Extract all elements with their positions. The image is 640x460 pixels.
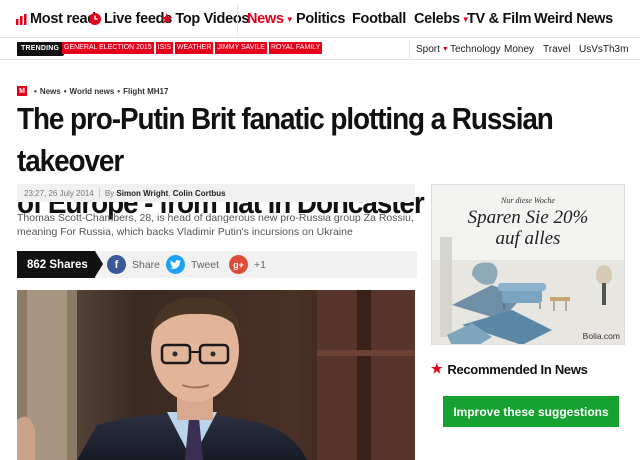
advertisement[interactable]: Nur diese Woche Sparen Sie 20% auf alles… [431, 184, 625, 345]
nav-celebs-label: Celebs [414, 11, 460, 27]
nav-tv-film[interactable]: TV & Film [467, 0, 531, 38]
trending-tag-royal-family[interactable]: ROYAL FAMILY [268, 42, 323, 54]
nav-weird-news-label: Weird News [534, 11, 613, 27]
byline-by: By [104, 188, 115, 198]
trending-tag-jimmy-savile[interactable]: JIMMY SAVILE [215, 42, 267, 54]
nav-football[interactable]: Football [352, 0, 406, 38]
gplus-share-label: +1 [254, 258, 266, 271]
breadcrumb-news[interactable]: News [40, 87, 61, 96]
subnav-technology-label: Technology [450, 43, 501, 55]
subnav-money[interactable]: Money [504, 38, 534, 60]
nav-politics[interactable]: Politics [296, 0, 345, 38]
gplus-share-button[interactable]: g+ +1 [229, 254, 266, 275]
ad-brand: Bolia.com [582, 331, 620, 341]
ad-headline: Sparen Sie 20% [467, 207, 589, 228]
subnav-sport-label: Sport [416, 43, 440, 55]
subnav-money-label: Money [504, 43, 535, 55]
clock-icon [89, 13, 101, 25]
trending-tag-isis[interactable]: ISIS [155, 42, 173, 54]
nav-news[interactable]: News ▼ [247, 0, 294, 38]
byline: 23:27, 26 July 2014 By Simon Wright, Col… [17, 184, 415, 202]
breadcrumb-flight-mh17[interactable]: Flight MH17 [123, 87, 168, 96]
subnav-travel[interactable]: Travel [543, 38, 570, 60]
twitter-share-label: Tweet [191, 258, 220, 271]
trending-tag-general-election[interactable]: GENERAL ELECTION 2015 [62, 42, 154, 54]
article-timestamp: 23:27, 26 July 2014 [24, 188, 94, 198]
nav-tv-film-label: TV & Film [467, 11, 532, 27]
star-icon: ★ [431, 361, 443, 376]
nav-news-label: News [247, 11, 284, 27]
twitter-share-button[interactable]: Tweet [166, 254, 219, 275]
breadcrumb-separator: • [117, 86, 121, 96]
ad-headline-2: auf alles [495, 228, 561, 249]
facebook-share-button[interactable]: f Share [107, 254, 160, 275]
subnav-travel-label: Travel [543, 43, 571, 55]
ad-tagline: Nur diese Woche [501, 196, 555, 205]
chevron-down-icon: ▼ [285, 14, 294, 24]
author-link[interactable]: Colin Cortbus [173, 189, 226, 198]
trending-label: TRENDING [17, 42, 69, 56]
trending-tags: GENERAL ELECTION 2015 ISIS WEATHER JIMMY… [62, 42, 323, 54]
google-plus-icon: g+ [229, 255, 248, 274]
man-portrait-image [17, 290, 415, 460]
nav-live-feeds[interactable]: Live feeds [89, 0, 172, 38]
nav-top-videos[interactable]: ★ Top Videos [161, 0, 249, 38]
author-link[interactable]: Simon Wright [116, 189, 168, 198]
subnav-usvsth3m-label: UsVsTh3m [579, 43, 629, 55]
byline-divider [98, 188, 100, 198]
nav-most-read[interactable]: Most read [16, 0, 96, 38]
subnav-technology[interactable]: Technology [450, 38, 501, 60]
share-count: 862 Shares [17, 251, 103, 278]
breadcrumb-separator: • [63, 86, 67, 96]
nav-divider [237, 4, 238, 34]
facebook-share-label: Share [132, 258, 161, 271]
nav-top-videos-label: Top Videos [175, 11, 250, 27]
subnav-divider [409, 40, 410, 58]
headline-line-1: The pro-Putin Brit fanatic plotting a Ru… [17, 101, 554, 178]
chevron-down-icon: ▼ [441, 45, 449, 53]
bar-chart-icon [16, 13, 27, 25]
nav-football-label: Football [352, 11, 406, 27]
nav-politics-label: Politics [296, 11, 346, 27]
breadcrumb-separator: • [34, 86, 37, 96]
article-lead-image[interactable] [17, 290, 415, 460]
subnav-sport[interactable]: Sport ▼ [416, 38, 449, 60]
twitter-icon [166, 255, 185, 274]
mirror-logo[interactable]: M [17, 86, 27, 96]
facebook-icon: f [107, 255, 126, 274]
nav-weird-news[interactable]: Weird News [534, 0, 613, 38]
breadcrumb: M • News • World news • Flight MH17 [17, 84, 168, 98]
recommended-heading: ★ Recommended In News [431, 360, 588, 378]
nav-most-read-label: Most read [30, 11, 96, 27]
subnav-usvsth3m[interactable]: UsVsTh3m [579, 38, 628, 60]
star-icon: ★ [161, 11, 173, 26]
trending-tag-weather[interactable]: WEATHER [174, 42, 214, 54]
share-bar: 862 Shares f Share Tweet g+ +1 [17, 251, 417, 278]
top-nav: Most read Live feeds ★ Top Videos News ▼… [0, 0, 640, 38]
improve-suggestions-button[interactable]: Improve these suggestions [443, 396, 619, 427]
article-standfirst: Thomas Scott-Chambers, 28, is head of da… [17, 212, 414, 238]
recommended-heading-label: Recommended In News [447, 361, 588, 377]
breadcrumb-world-news[interactable]: World news [70, 87, 115, 96]
nav-celebs[interactable]: Celebs ▼ [414, 0, 470, 38]
